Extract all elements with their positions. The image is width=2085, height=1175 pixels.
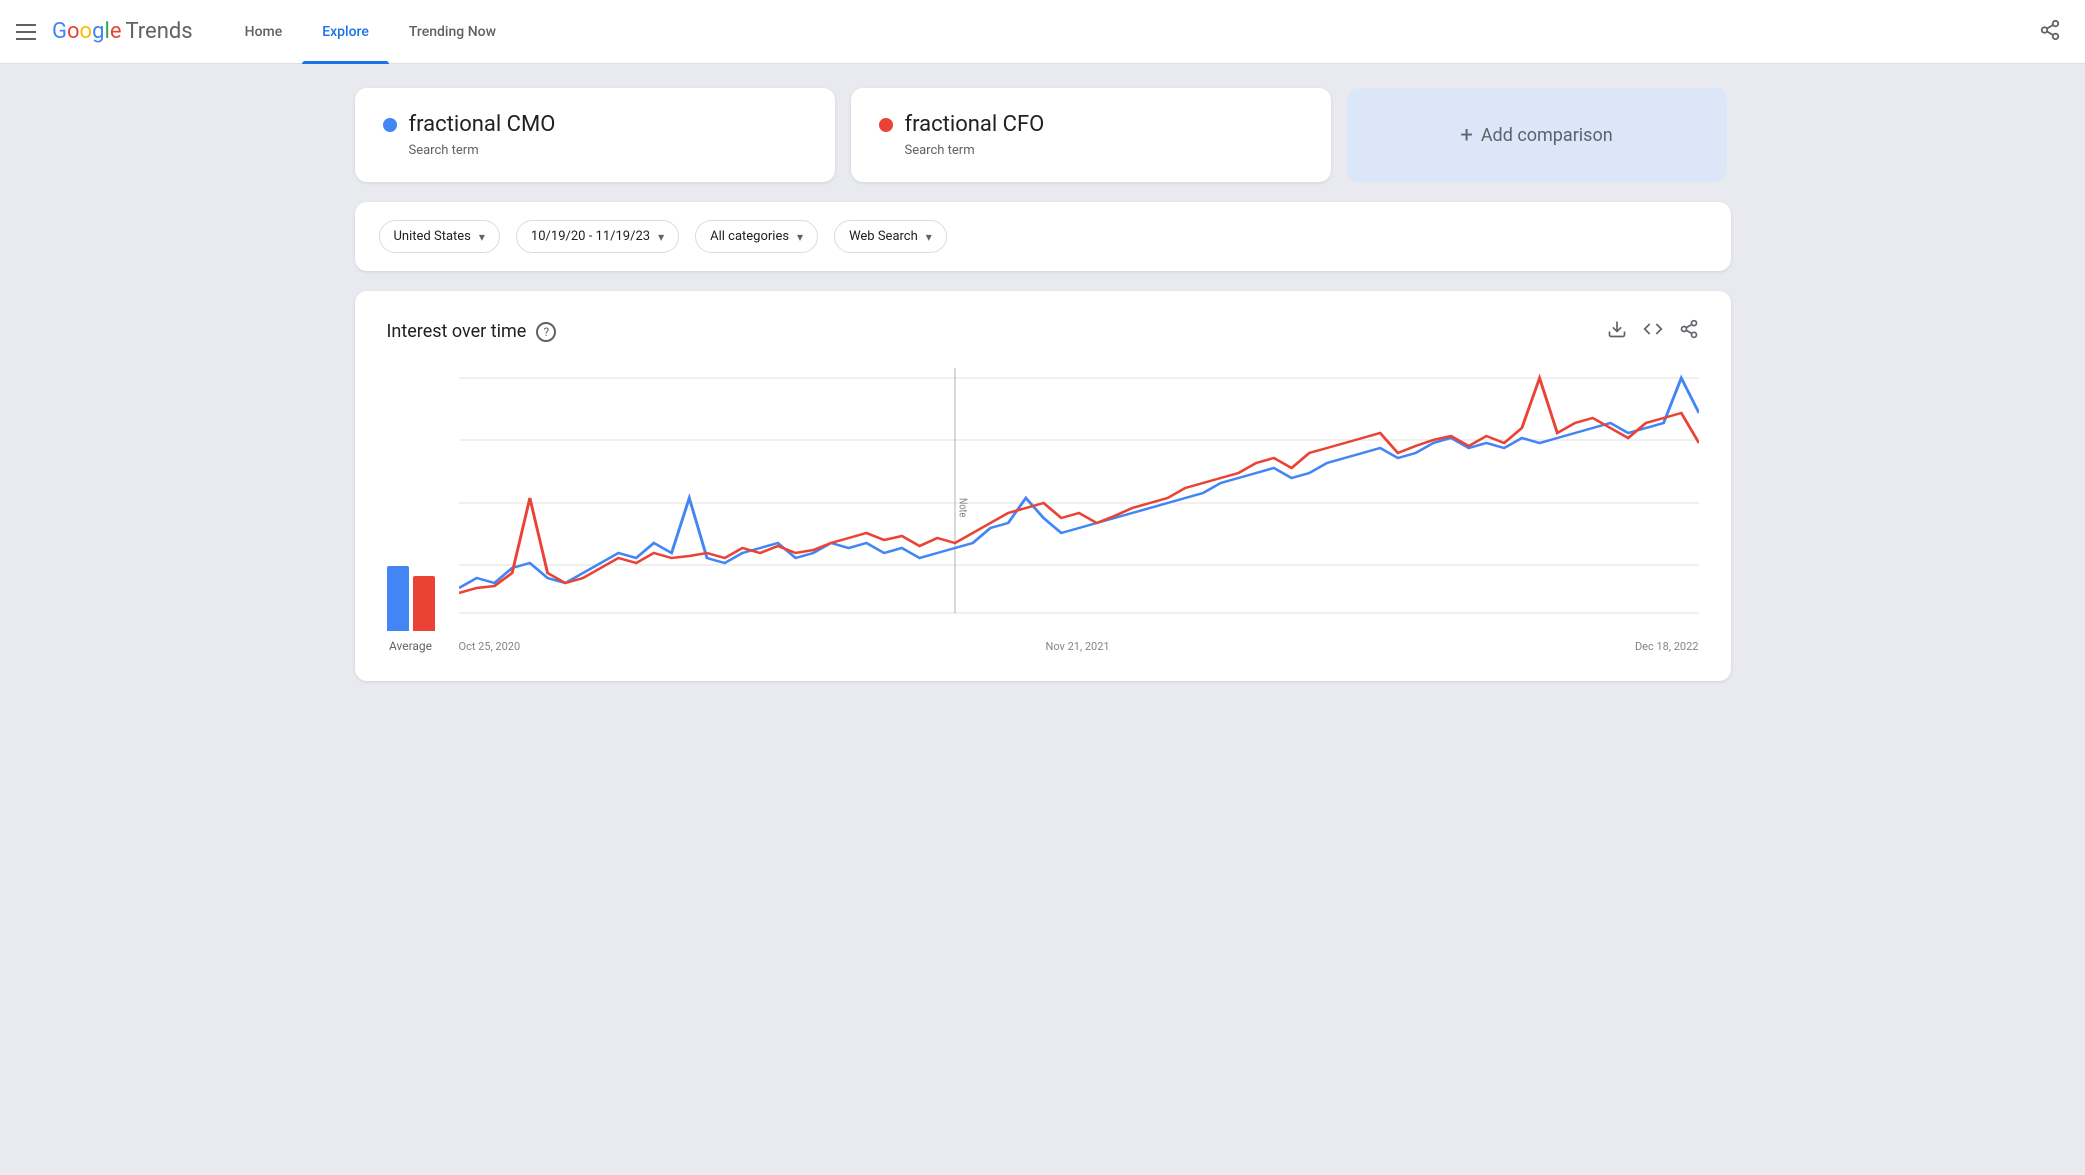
- download-button[interactable]: [1607, 319, 1627, 344]
- x-labels: Oct 25, 2020 Nov 21, 2021 Dec 18, 2022: [459, 640, 1699, 653]
- search-card-2: fractional CFO Search term: [851, 88, 1331, 182]
- search-cards-row: fractional CMO Search term fractional CF…: [355, 88, 1731, 182]
- dot-red-2: [879, 118, 893, 132]
- plus-icon: +: [1460, 123, 1472, 148]
- share-chart-button[interactable]: [1679, 319, 1699, 344]
- filter-bar: United States ▾ 10/19/20 - 11/19/23 ▾ Al…: [355, 202, 1731, 271]
- search-type-filter[interactable]: Web Search ▾: [834, 220, 947, 253]
- embed-button[interactable]: [1643, 319, 1663, 344]
- average-label: Average: [389, 639, 432, 653]
- date-arrow-icon: ▾: [658, 230, 664, 244]
- logo-trends-text: Trends: [125, 19, 192, 44]
- date-filter[interactable]: 10/19/20 - 11/19/23 ▾: [516, 220, 679, 253]
- x-label-2: Nov 21, 2021: [1046, 640, 1110, 653]
- header: Google Trends Home Explore Trending Now: [0, 0, 2085, 64]
- help-icon[interactable]: ?: [536, 322, 556, 342]
- chart-svg: 100 75 50 25 Note: [459, 368, 1699, 628]
- nav-trending[interactable]: Trending Now: [389, 0, 516, 64]
- category-arrow-icon: ▾: [797, 230, 803, 244]
- add-comparison-label: Add comparison: [1481, 125, 1613, 146]
- x-label-1: Oct 25, 2020: [459, 640, 521, 653]
- average-bars: Average: [387, 551, 435, 653]
- region-arrow-icon: ▾: [479, 230, 485, 244]
- avg-bar-red: [413, 576, 435, 631]
- search-term-name-2: fractional CFO: [905, 112, 1045, 137]
- search-term-type-1: Search term: [409, 143, 807, 158]
- chart-card: Interest over time ?: [355, 291, 1731, 681]
- x-label-3: Dec 18, 2022: [1635, 640, 1699, 653]
- main-chart: 100 75 50 25 Note Oct 25, 2020 Nov 21, 2…: [459, 368, 1699, 653]
- logo[interactable]: Google Trends: [52, 19, 193, 44]
- nav-explore[interactable]: Explore: [302, 0, 389, 64]
- chart-title: Interest over time: [387, 321, 527, 342]
- nav-home[interactable]: Home: [225, 0, 303, 64]
- search-type-value: Web Search: [849, 229, 918, 244]
- svg-text:Note: Note: [956, 498, 968, 517]
- main-nav: Home Explore Trending Now: [225, 0, 1128, 64]
- region-value: United States: [394, 229, 471, 244]
- category-value: All categories: [710, 229, 789, 244]
- search-type-arrow-icon: ▾: [926, 230, 932, 244]
- dot-blue-1: [383, 118, 397, 132]
- add-comparison-card[interactable]: + Add comparison: [1347, 88, 1727, 182]
- search-term-type-2: Search term: [905, 143, 1303, 158]
- category-filter[interactable]: All categories ▾: [695, 220, 818, 253]
- avg-bar-blue: [387, 566, 409, 631]
- main-content: fractional CMO Search term fractional CF…: [323, 64, 1763, 705]
- date-value: 10/19/20 - 11/19/23: [531, 229, 650, 244]
- search-term-name-1: fractional CMO: [409, 112, 556, 137]
- search-card-1: fractional CMO Search term: [355, 88, 835, 182]
- chart-container: Average 100 75 50 25: [387, 368, 1699, 653]
- header-share-button[interactable]: [2031, 11, 2069, 53]
- menu-button[interactable]: [16, 24, 36, 40]
- region-filter[interactable]: United States ▾: [379, 220, 500, 253]
